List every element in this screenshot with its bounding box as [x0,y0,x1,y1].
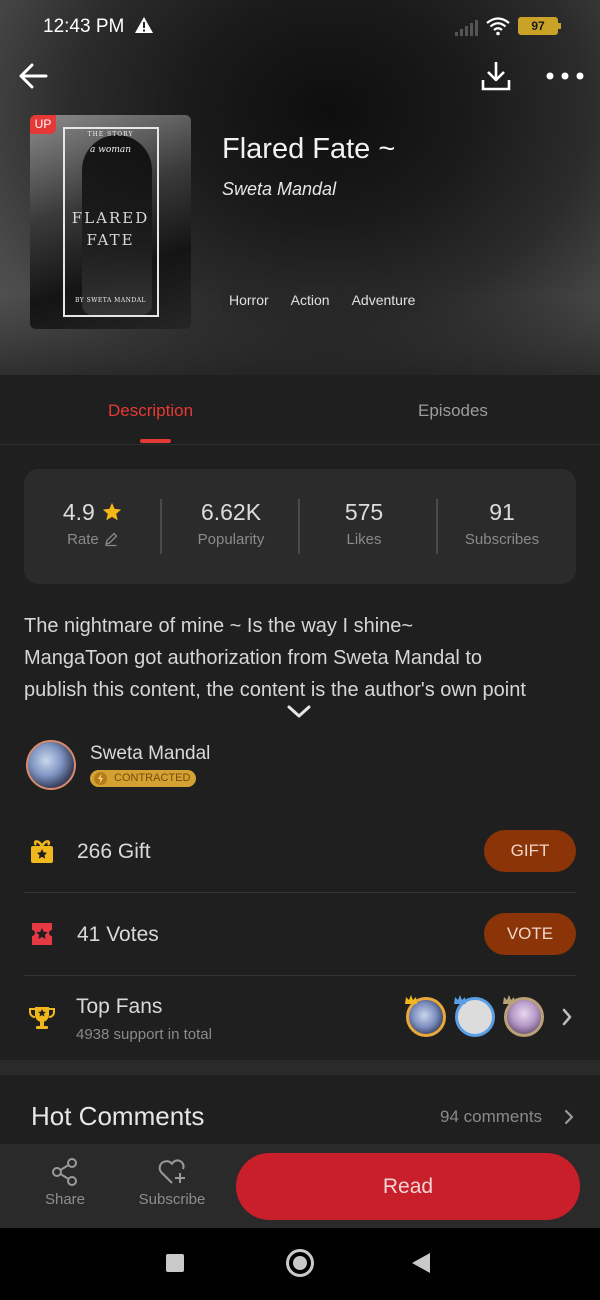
subscribe-label: Subscribe [138,1191,206,1208]
subscribes-label: Subscribes [464,531,540,548]
recents-button[interactable] [166,1254,184,1272]
contract-icon [94,772,107,785]
gift-icon [31,840,53,863]
tab-episodes[interactable]: Episodes [418,401,488,421]
vote-count-text: 41 Votes [77,923,159,947]
cover-title: FLARED FATE [30,207,191,251]
genre-tags: Horror Action Adventure [222,287,423,313]
description-line: publish this content, the content is the… [24,679,526,700]
crown-icon [454,995,466,1004]
vote-button[interactable]: VOTE [484,913,576,955]
tag-action[interactable]: Action [283,287,337,313]
stat-rate[interactable]: 4.9 Rate [24,499,162,548]
vote-label: Votes [106,923,159,946]
cover-text-woman: a woman [89,145,132,155]
more-options-icon[interactable] [545,66,585,86]
comic-cover[interactable]: THE STORY a woman FLARED FATE BY SWETA M… [30,115,191,329]
gift-count-text: 266 Gift [77,840,151,864]
gift-row: 266 Gift GIFT [24,810,576,893]
chevron-right-icon[interactable] [560,1006,574,1028]
status-time: 12:43 PM [43,16,125,37]
description-line: The nightmare of mine ~ Is the way I shi… [24,615,414,637]
cover-title-line1: FLARED [71,209,150,227]
share-button[interactable]: Share [42,1157,88,1208]
vote-count: 41 [77,923,101,946]
system-back-button[interactable] [412,1253,430,1273]
crown-icon [405,995,417,1004]
description-line: MangaToon got authorization from Sweta M… [24,647,483,669]
top-fans-subtitle: 4938 support in total [76,1026,212,1043]
star-icon [103,502,122,521]
likes-label: Likes [346,531,382,548]
share-label: Share [44,1191,86,1208]
chevron-right-icon[interactable] [563,1108,575,1126]
author-avatar[interactable] [26,740,76,790]
detail-tabs: Description Episodes [0,375,600,445]
top-fans-title: Top Fans [76,995,163,1018]
vote-ticket-icon [32,923,52,945]
subscribes-value: 91 [489,499,515,525]
contracted-label: CONTRACTED [114,772,191,784]
home-button[interactable] [286,1249,314,1277]
stat-subscribes: 91 Subscribes [433,499,571,548]
warning-icon [135,17,153,33]
pencil-icon [104,532,118,547]
wifi-icon [486,17,510,36]
tab-description[interactable]: Description [108,401,193,421]
stat-popularity: 6.62K Popularity [162,499,300,548]
battery-indicator: 97 [518,17,561,35]
download-icon[interactable] [478,58,514,94]
back-arrow-icon[interactable] [16,58,52,94]
subscribe-button[interactable]: Subscribe [136,1157,208,1208]
heart-plus-icon [158,1159,185,1184]
section-divider [0,1060,600,1075]
share-icon [52,1158,77,1186]
hot-comments-title: Hot Comments [31,1101,205,1131]
read-button[interactable]: Read [236,1153,580,1220]
vote-row: 41 Votes VOTE [24,893,576,976]
trophy-icon [29,1007,55,1029]
contracted-badge: CONTRACTED [90,770,197,787]
signal-icon [455,20,478,36]
likes-value: 575 [344,499,384,525]
status-bar: 12:43 PM 97 [0,0,600,52]
comic-author[interactable]: Sweta Mandal [222,179,336,200]
stat-likes: 575 Likes [295,499,433,548]
popularity-value: 6.62K [200,499,262,525]
rate-value-row: 4.9 [24,499,162,526]
stats-card: 4.9 Rate 6.62K Popularity 575 Likes 91 S… [24,469,576,584]
rate-label-row: Rate [24,531,162,548]
comic-title: Flared Fate ~ [222,133,396,165]
crown-icon [503,995,515,1004]
gift-label: Gift [117,840,151,863]
cover-author: BY SWETA MANDAL [74,297,147,304]
system-nav-bar [0,1228,600,1300]
tag-adventure[interactable]: Adventure [344,287,423,313]
cover-title-line2: FATE [86,231,135,249]
update-badge: UP [30,115,56,134]
comments-count[interactable]: 94 comments [440,1107,542,1127]
gift-button[interactable]: GIFT [484,830,576,872]
rate-label: Rate [67,531,99,548]
bottom-action-bar: Share Subscribe Read [0,1144,600,1228]
active-tab-indicator [140,439,171,443]
tag-horror[interactable]: Horror [222,287,276,313]
rate-value: 4.9 [62,499,95,525]
author-name[interactable]: Sweta Mandal [90,743,210,765]
chevron-down-icon[interactable] [286,703,312,721]
gift-count: 266 [77,840,113,863]
top-fans-row[interactable]: Top Fans 4938 support in total [24,976,576,1060]
comic-description[interactable]: The nightmare of mine ~ Is the way I shi… [24,610,580,700]
popularity-label: Popularity [197,531,265,548]
